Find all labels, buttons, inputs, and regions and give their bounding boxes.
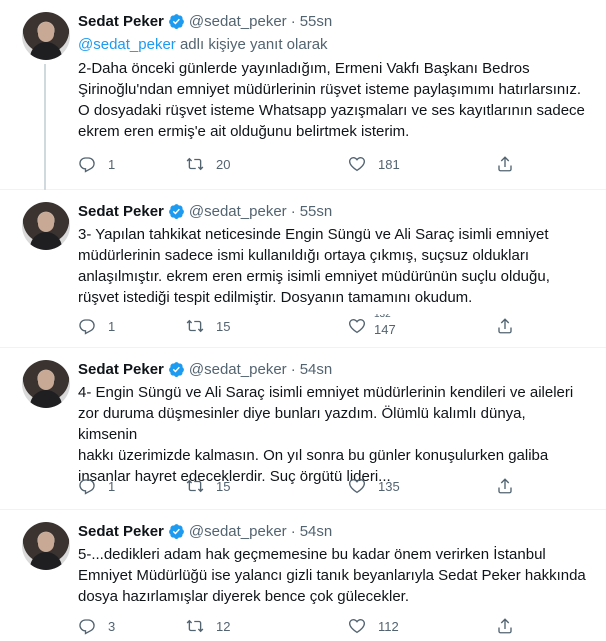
like-count: 147: [374, 322, 396, 337]
separator-dot: ·: [290, 522, 296, 540]
like-count: 135: [378, 478, 400, 494]
share-button[interactable]: [496, 154, 514, 174]
share-button[interactable]: [496, 476, 514, 496]
tweet-timestamp[interactable]: 54sn: [300, 361, 333, 378]
tweet-actions: 1 15 135: [78, 476, 548, 496]
tweet-4[interactable]: Sedat Peker @sedat_peker · 54sn 5-...ded…: [0, 510, 606, 641]
retweet-count: 20: [216, 156, 231, 172]
tweet-3[interactable]: Sedat Peker @sedat_peker · 54sn 4- Engin…: [0, 348, 606, 510]
author-handle[interactable]: @sedat_peker: [189, 203, 287, 220]
tweet-header: Sedat Peker @sedat_peker · 54sn: [78, 520, 332, 542]
author-handle[interactable]: @sedat_peker: [189, 13, 287, 30]
share-icon: [498, 156, 512, 172]
like-button[interactable]: 135: [348, 476, 400, 496]
tweet-timestamp[interactable]: 55sn: [300, 203, 333, 220]
share-icon: [498, 318, 512, 334]
like-button[interactable]: 112: [348, 616, 399, 636]
retweet-icon: [186, 157, 204, 171]
retweet-icon: [186, 479, 204, 493]
retweet-count: 15: [216, 318, 231, 334]
like-button[interactable]: [348, 316, 366, 336]
tweet-text: 5-...dedikleri adam hak geçmemesine bu k…: [78, 546, 586, 605]
like-count: 181: [378, 156, 400, 172]
reply-icon: [79, 157, 95, 173]
avatar[interactable]: [22, 12, 70, 60]
avatar[interactable]: [22, 202, 70, 250]
avatar[interactable]: [22, 360, 70, 408]
tweet-timestamp[interactable]: 54sn: [300, 523, 333, 540]
reply-icon: [79, 619, 95, 635]
reply-icon: [79, 319, 95, 335]
like-count: 112: [378, 618, 399, 634]
share-button[interactable]: [496, 316, 514, 336]
reply-icon: [79, 479, 95, 495]
tweet-1[interactable]: Sedat Peker @sedat_peker · 55sn @sedat_p…: [0, 0, 606, 190]
author-name[interactable]: Sedat Peker: [78, 361, 164, 378]
reply-mention-link[interactable]: @sedat_peker: [78, 36, 176, 53]
like-button[interactable]: 181: [348, 154, 400, 174]
separator-dot: ·: [290, 202, 296, 220]
like-icon: [348, 157, 366, 172]
like-count-animating-previous: 132: [374, 309, 391, 320]
reply-count: 1: [108, 318, 116, 334]
retweet-icon: [186, 619, 204, 633]
verified-badge-icon: [168, 523, 184, 539]
retweet-count: 15: [216, 478, 231, 494]
tweet-actions: 1 15 132 147: [78, 314, 548, 337]
reply-button[interactable]: 1: [78, 476, 115, 496]
reply-button[interactable]: 1: [78, 154, 115, 174]
share-button[interactable]: [496, 616, 514, 636]
tweet-text: 4- Engin Süngü ve Ali Saraç isimli emniy…: [78, 384, 574, 485]
retweet-button[interactable]: 20: [186, 154, 230, 174]
author-name[interactable]: Sedat Peker: [78, 203, 164, 220]
reply-context: @sedat_peker adlı kişiye yanıt olarak: [78, 36, 328, 53]
avatar[interactable]: [22, 522, 70, 570]
reply-count: 1: [108, 156, 116, 172]
tweet-text: 2-Daha önceki günlerde yayınladığım, Erm…: [78, 60, 585, 140]
author-handle[interactable]: @sedat_peker: [189, 523, 287, 540]
reply-count: 3: [108, 618, 116, 634]
retweet-count: 12: [216, 618, 231, 634]
share-icon: [498, 618, 512, 634]
thread-connector-line: [44, 64, 46, 190]
like-icon: [348, 479, 366, 494]
retweet-button[interactable]: 12: [186, 616, 230, 636]
like-icon: [348, 619, 366, 634]
retweet-button[interactable]: 15: [186, 316, 230, 336]
tweet-thread: Sedat Peker @sedat_peker · 55sn @sedat_p…: [0, 0, 606, 641]
like-icon: [348, 319, 366, 334]
tweet-header: Sedat Peker @sedat_peker · 54sn: [78, 358, 332, 380]
reply-context-text: adlı kişiye yanıt olarak: [175, 36, 328, 53]
separator-dot: ·: [290, 360, 296, 378]
reply-button[interactable]: 3: [78, 616, 115, 636]
tweet-actions: 3 12 112: [78, 616, 548, 636]
verified-badge-icon: [168, 203, 184, 219]
tweet-actions: 1 20 181: [78, 154, 548, 174]
verified-badge-icon: [168, 361, 184, 377]
tweet-header: Sedat Peker @sedat_peker · 55sn: [78, 10, 332, 32]
tweet-text: 3- Yapılan tahkikat neticesinde Engin Sü…: [78, 226, 550, 306]
tweet-header: Sedat Peker @sedat_peker · 55sn: [78, 200, 332, 222]
reply-count: 1: [108, 478, 116, 494]
author-handle[interactable]: @sedat_peker: [189, 361, 287, 378]
author-name[interactable]: Sedat Peker: [78, 13, 164, 30]
tweet-2[interactable]: Sedat Peker @sedat_peker · 55sn 3- Yapıl…: [0, 190, 606, 348]
retweet-button[interactable]: 15: [186, 476, 230, 496]
tweet-timestamp[interactable]: 55sn: [300, 13, 333, 30]
retweet-icon: [186, 319, 204, 333]
separator-dot: ·: [290, 12, 296, 30]
share-icon: [498, 478, 512, 494]
author-name[interactable]: Sedat Peker: [78, 523, 164, 540]
verified-badge-icon: [168, 13, 184, 29]
reply-button[interactable]: 1: [78, 316, 115, 336]
